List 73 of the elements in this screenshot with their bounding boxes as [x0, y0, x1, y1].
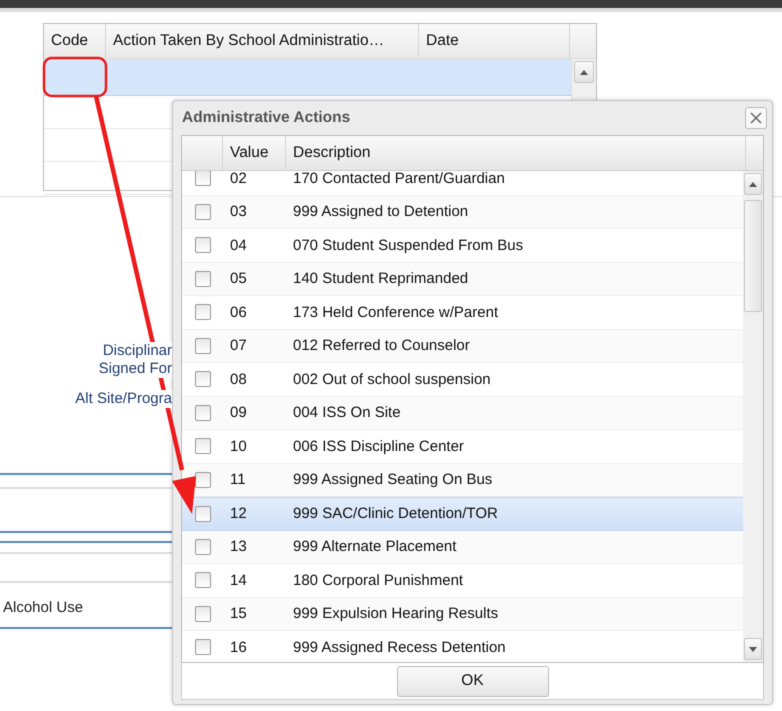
column-header[interactable]: Description	[286, 136, 746, 170]
table-cell-text: 12	[229, 505, 248, 522]
form-label: Signed For	[98, 360, 172, 378]
table-cell-text: 140 Student Reprimanded	[292, 270, 468, 288]
table-cell-text: 999 Expulsion Hearing Results	[292, 605, 498, 622]
dialog-title: Administrative Actions	[182, 109, 350, 127]
checkbox[interactable]	[194, 371, 210, 388]
ok-button[interactable]: OK	[396, 666, 548, 696]
table-cell-text: 07	[229, 337, 248, 354]
highlight-box	[42, 56, 108, 98]
table-cell-text: 13	[229, 538, 248, 556]
column-header[interactable]: Date	[419, 24, 570, 58]
table-cell-text: 999 Alternate Placement	[292, 538, 456, 556]
up-arrow-icon	[749, 182, 757, 186]
list-row[interactable]: 07 012 Referred to Counselor	[182, 330, 743, 363]
checkbox[interactable]	[194, 304, 210, 320]
table-cell-text: 16	[229, 638, 248, 656]
checkbox[interactable]	[194, 472, 210, 488]
checkbox[interactable]	[194, 338, 210, 354]
form-label: Alt Site/Progra	[75, 390, 172, 408]
table-cell-text: 06	[229, 304, 248, 321]
table-cell-text: 006 ISS Discipline Center	[292, 438, 464, 455]
table-cell-text: 012 Referred to Counselor	[292, 337, 470, 354]
checkbox[interactable]	[194, 404, 210, 421]
table-cell-text: 004 ISS On Site	[292, 404, 401, 422]
checkbox[interactable]	[194, 270, 210, 287]
field-label: Alcohol Use	[3, 599, 84, 616]
table-cell-text: 08	[229, 370, 248, 388]
up-arrow-icon	[580, 70, 588, 74]
list-row[interactable]: 13 999 Alternate Placement	[182, 530, 743, 564]
table-row[interactable]	[44, 59, 571, 96]
down-arrow-icon	[749, 646, 757, 652]
table-cell-text: 05	[229, 270, 248, 288]
table-cell-text: 002 Out of school suspension	[292, 370, 491, 388]
checkbox[interactable]	[194, 606, 210, 622]
table-cell-text: 14	[229, 572, 248, 589]
list-row[interactable]: 03 999 Assigned to Detention	[182, 196, 743, 229]
table-cell-text: 15	[229, 605, 248, 622]
close-button[interactable]	[745, 107, 767, 129]
checkbox[interactable]	[194, 438, 210, 454]
column-header[interactable]: Action Taken By School Administratio…	[106, 24, 419, 58]
table-cell-text: 173 Held Conference w/Parent	[292, 304, 498, 321]
list-row[interactable]: 12 999 SAC/Clinic Detention/TOR	[182, 497, 743, 530]
checkbox[interactable]	[194, 171, 210, 186]
table-cell-text: 180 Corporal Punishment	[292, 572, 464, 589]
table-cell-text: 10	[229, 438, 248, 455]
column-header[interactable]: Value	[223, 136, 286, 170]
scrollbar[interactable]	[743, 171, 763, 662]
table-cell-text: 070 Student Suspended From Bus	[292, 236, 524, 254]
checkbox[interactable]	[194, 538, 210, 555]
table-cell-text: 170 Contacted Parent/Guardian	[292, 171, 505, 187]
checkbox[interactable]	[194, 639, 210, 656]
table-cell-text: 02	[229, 171, 248, 187]
checkbox[interactable]	[194, 506, 210, 522]
table-cell-text: 09	[229, 404, 248, 422]
table-cell-text: 03	[229, 203, 248, 220]
table-cell-text: 999 Assigned Seating On Bus	[292, 471, 492, 488]
column-header[interactable]: Code	[44, 24, 106, 58]
close-icon	[750, 112, 762, 124]
checkbox[interactable]	[194, 237, 210, 254]
table-cell-text: 999 SAC/Clinic Detention/TOR	[292, 505, 498, 522]
list-row[interactable]: 05 140 Student Reprimanded	[182, 262, 743, 296]
form-label: Disciplinar	[102, 342, 172, 360]
table-cell-text: 11	[229, 471, 247, 488]
table-cell-text: 04	[229, 236, 248, 254]
checkbox[interactable]	[194, 204, 210, 220]
scroll-thumb[interactable]	[744, 200, 762, 312]
checkbox[interactable]	[194, 572, 210, 588]
list-row[interactable]: 09 004 ISS On Site	[182, 396, 743, 430]
table-cell-text: 999 Assigned Recess Detention	[292, 638, 506, 656]
list-row[interactable]: 11 999 Assigned Seating On Bus	[182, 464, 743, 497]
table-cell-text: 999 Assigned to Detention	[292, 203, 468, 220]
list-row[interactable]: 15 999 Expulsion Hearing Results	[182, 598, 743, 631]
